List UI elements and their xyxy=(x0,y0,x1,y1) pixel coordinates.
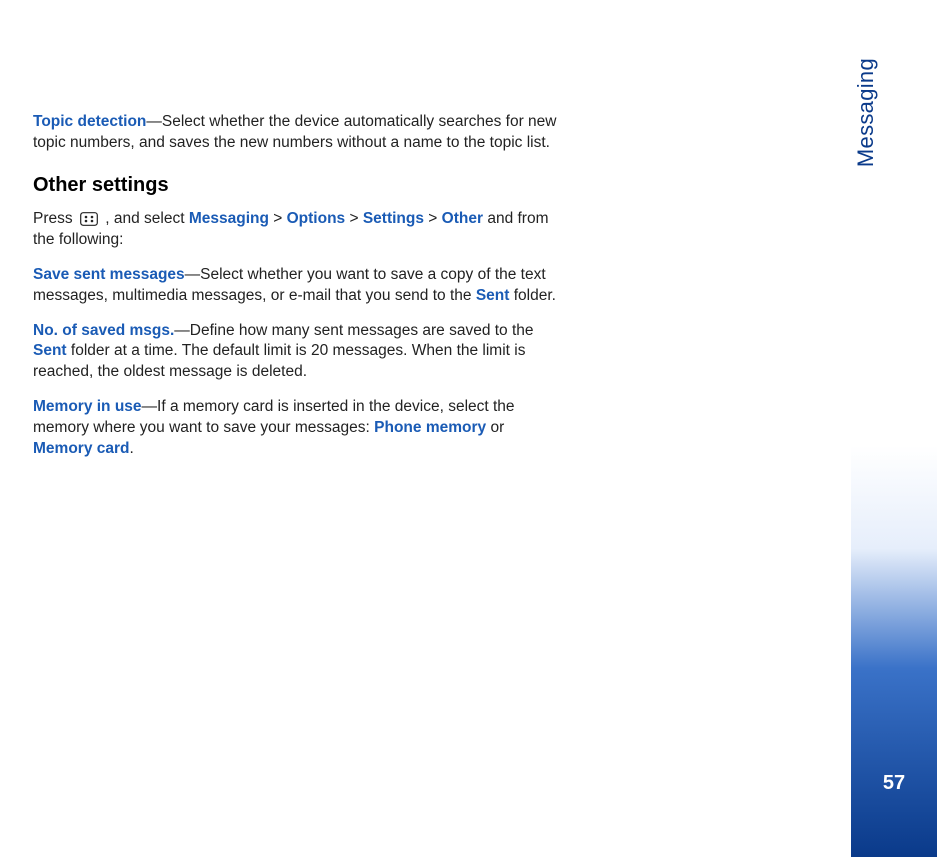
heading-other-settings: Other settings xyxy=(33,172,558,199)
intro-sep2: > xyxy=(345,210,363,227)
sep-memory-in-use: — xyxy=(142,398,158,415)
para-intro-nav: Press , and select Messaging > Options >… xyxy=(33,209,558,251)
intro-post1: , and select xyxy=(101,210,189,227)
page-number: 57 xyxy=(851,770,937,797)
nav-options: Options xyxy=(287,210,346,227)
intro-pre: Press xyxy=(33,210,77,227)
label-save-sent: Save sent messages xyxy=(33,266,185,283)
label-memory-in-use: Memory in use xyxy=(33,398,142,415)
label-sent-folder-1: Sent xyxy=(476,287,510,304)
nav-messaging: Messaging xyxy=(189,210,269,227)
menu-key-icon xyxy=(80,212,98,226)
text-no-saved-post: folder at a time. The default limit is 2… xyxy=(33,342,525,380)
page: Topic detection—Select whether the devic… xyxy=(0,0,937,857)
text-memory-period: . xyxy=(129,440,133,457)
label-no-saved: No. of saved msgs. xyxy=(33,322,174,339)
intro-sep1: > xyxy=(269,210,287,227)
sidebar: Messaging 57 xyxy=(851,0,937,857)
para-no-saved: No. of saved msgs.—Define how many sent … xyxy=(33,321,558,384)
text-no-saved-pre: Define how many sent messages are saved … xyxy=(190,322,534,339)
intro-sep3: > xyxy=(424,210,442,227)
sep-topic-detection: — xyxy=(146,113,162,130)
option-phone-memory: Phone memory xyxy=(374,419,486,436)
text-memory-or: or xyxy=(486,419,504,436)
text-save-sent-post: folder. xyxy=(509,287,556,304)
body-content: Topic detection—Select whether the devic… xyxy=(33,112,558,474)
nav-settings: Settings xyxy=(363,210,424,227)
para-topic-detection: Topic detection—Select whether the devic… xyxy=(33,112,558,154)
sep-save-sent: — xyxy=(185,266,201,283)
para-save-sent: Save sent messages—Select whether you wa… xyxy=(33,265,558,307)
sep-no-saved: — xyxy=(174,322,190,339)
nav-other: Other xyxy=(442,210,483,227)
section-label: Messaging xyxy=(851,58,937,257)
option-memory-card: Memory card xyxy=(33,440,129,457)
label-sent-folder-2: Sent xyxy=(33,342,67,359)
para-memory-in-use: Memory in use—If a memory card is insert… xyxy=(33,397,558,460)
label-topic-detection: Topic detection xyxy=(33,113,146,130)
